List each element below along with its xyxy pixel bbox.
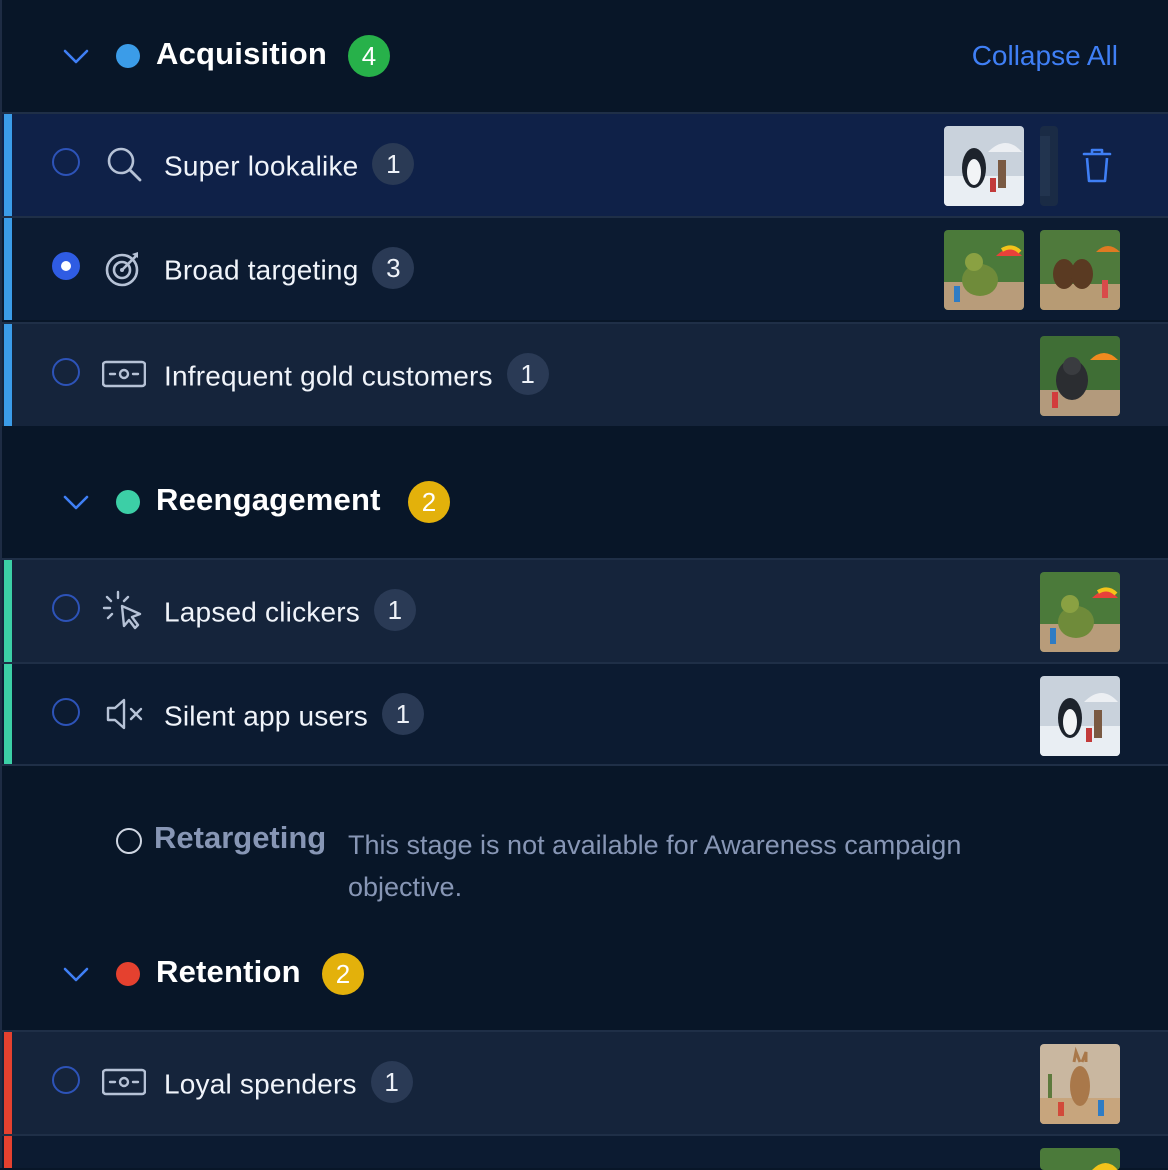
stage-header-acquisition: Acquisition 4 Collapse All <box>2 0 1168 112</box>
creative-thumbnail[interactable] <box>1040 126 1058 206</box>
audience-stage-panel: Acquisition 4 Collapse All Super lookali… <box>0 0 1168 1170</box>
row-radio-selected[interactable] <box>52 252 80 280</box>
stage-count-badge: 4 <box>348 35 390 77</box>
stage-color-bar <box>4 1032 12 1134</box>
row-radio[interactable] <box>52 148 80 176</box>
stage-unavailable-note: This stage is not available for Awarenes… <box>348 830 962 902</box>
collapse-all-link[interactable]: Collapse All <box>972 40 1118 72</box>
audience-row[interactable]: Super lookalike 1 <box>2 112 1168 216</box>
row-count-badge: 3 <box>372 247 415 289</box>
row-label: Lapsed clickers 1 <box>164 589 416 635</box>
ticket-icon <box>102 360 146 388</box>
stage-count-badge: 2 <box>408 481 450 523</box>
row-radio[interactable] <box>52 358 80 386</box>
stage-header-retention: Retention 2 <box>2 918 1168 1030</box>
stage-title: Retention <box>156 954 301 989</box>
creative-thumbnail[interactable] <box>944 126 1024 206</box>
row-radio[interactable] <box>52 698 80 726</box>
stage-color-bar <box>4 324 12 426</box>
row-count-badge: 1 <box>370 1061 413 1103</box>
stage-color-dot <box>116 44 140 68</box>
row-label: Infrequent gold customers 1 <box>164 353 549 399</box>
chevron-down-icon[interactable] <box>62 42 90 70</box>
cursor-click-icon <box>102 590 142 630</box>
row-radio[interactable] <box>52 594 80 622</box>
row-label: Loyal spenders 1 <box>164 1061 413 1107</box>
audience-row[interactable]: Loyal spenders 1 <box>2 1030 1168 1134</box>
creative-thumbnail[interactable] <box>1040 336 1120 416</box>
audience-row[interactable]: Lapsed clickers 1 <box>2 558 1168 662</box>
row-label: Silent app users 1 <box>164 693 424 739</box>
creative-thumbnail[interactable] <box>1040 572 1120 652</box>
target-icon <box>105 252 139 287</box>
row-count-badge: 1 <box>506 353 549 395</box>
stage-color-bar <box>4 664 12 764</box>
creative-thumbnail[interactable] <box>1040 1148 1120 1170</box>
mute-icon <box>106 698 143 730</box>
ticket-icon <box>102 1068 146 1096</box>
stage-color-bar <box>4 114 12 216</box>
creative-thumbnail[interactable] <box>1040 1044 1120 1124</box>
stage-color-bar <box>4 1136 12 1168</box>
stage-color-dot <box>116 962 140 986</box>
trash-icon[interactable] <box>1076 144 1118 186</box>
creative-thumbnail[interactable] <box>944 230 1024 310</box>
audience-row[interactable] <box>2 1134 1168 1170</box>
stage-count-badge: 2 <box>322 953 364 995</box>
row-radio[interactable] <box>52 1066 80 1094</box>
stage-title: Reengagement <box>156 482 381 517</box>
stage-title: Retargeting <box>154 820 327 855</box>
row-count-badge: 1 <box>382 693 424 735</box>
audience-row[interactable]: Infrequent gold customers 1 <box>2 322 1168 426</box>
row-count-badge: 1 <box>372 143 415 185</box>
creative-thumbnail[interactable] <box>1040 676 1120 756</box>
audience-row[interactable]: Silent app users 1 <box>2 662 1168 766</box>
chevron-down-icon[interactable] <box>62 488 90 516</box>
audience-row[interactable]: Broad targeting 3 <box>2 216 1168 320</box>
stage-color-dot <box>116 490 140 514</box>
creative-thumbnail[interactable] <box>1040 230 1120 310</box>
search-icon <box>107 147 142 182</box>
row-count-badge: 1 <box>373 589 416 631</box>
stage-radio-disabled <box>116 828 142 854</box>
stage-color-bar <box>4 560 12 662</box>
stage-title: Acquisition <box>156 36 327 71</box>
row-label: Super lookalike 1 <box>164 143 415 189</box>
row-label: Broad targeting 3 <box>164 247 415 293</box>
stage-color-bar <box>4 218 12 320</box>
chevron-down-icon[interactable] <box>62 960 90 988</box>
stage-header-reengagement: Reengagement 2 <box>2 446 1168 558</box>
